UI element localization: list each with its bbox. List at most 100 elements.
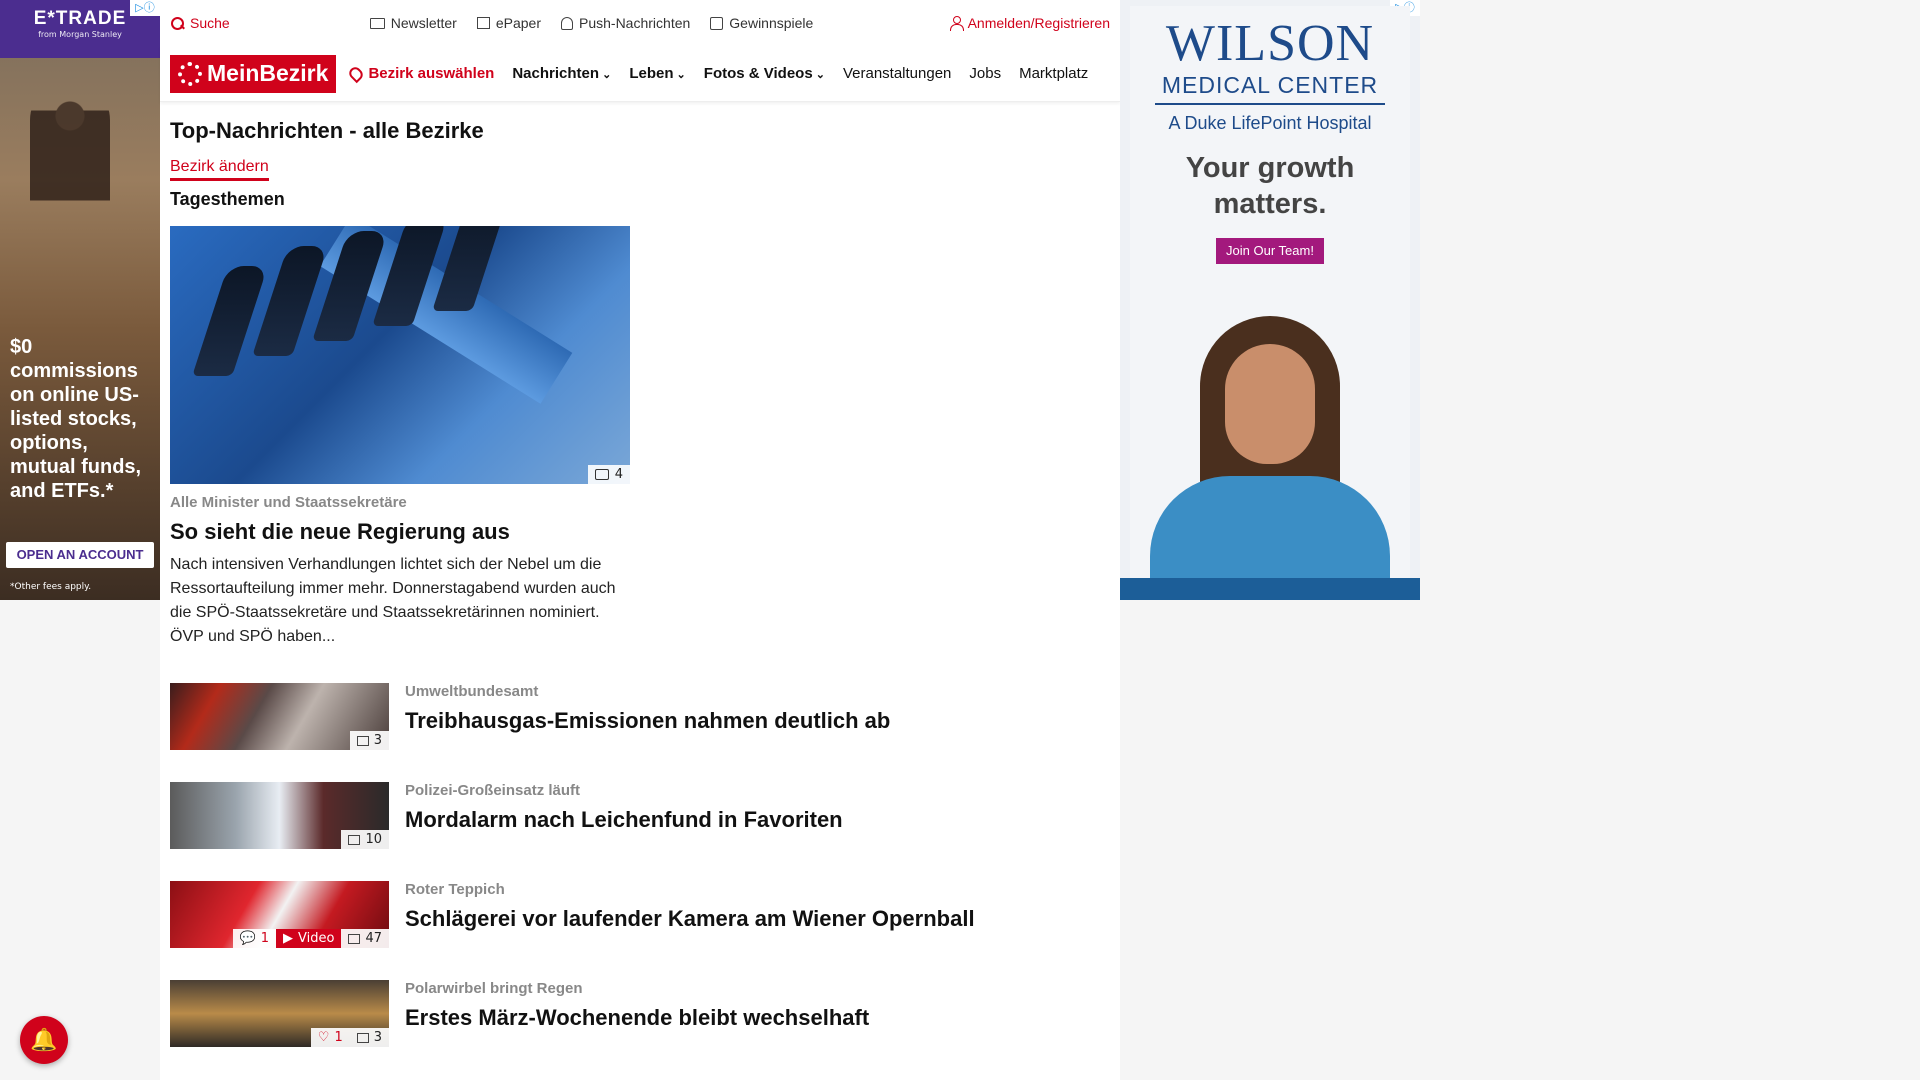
- gallery-icon: [348, 834, 361, 845]
- article-thumbnail[interactable]: 10: [170, 782, 389, 849]
- article-title[interactable]: Mordalarm nach Leichenfund in Favoriten: [405, 807, 843, 833]
- article-title[interactable]: Schlägerei vor laufender Kamera am Wiene…: [405, 906, 975, 932]
- content-area: Top-Nachrichten - alle Bezirke Bezirk än…: [160, 102, 1120, 1047]
- list-item[interactable]: 💬 1 ▶ Video 47 Roter Teppich Schlägerei vo…: [170, 881, 1110, 948]
- gallery-icon: [356, 735, 369, 746]
- user-icon: [949, 16, 964, 31]
- article-text: Umweltbundesamt Treibhausgas-Emissionen …: [405, 683, 890, 750]
- bell-icon: 🔔: [30, 1027, 58, 1053]
- play-icon: ▶: [283, 931, 294, 946]
- ad-panel: WILSON MEDICAL CENTER A Duke LifePoint H…: [1130, 6, 1410, 578]
- gallery-icon: [594, 469, 609, 480]
- image-count: 3: [373, 1030, 382, 1045]
- article-thumbnail[interactable]: 💬 1 ▶ Video 47: [170, 881, 389, 948]
- gift-icon: [710, 16, 724, 30]
- ad-footer-bar: [1120, 578, 1420, 600]
- location-pin-icon: [347, 64, 366, 83]
- article-thumbnail[interactable]: 3: [170, 683, 389, 750]
- site-logo[interactable]: MeinBezirk: [170, 54, 337, 93]
- image-count-badge: 10: [341, 830, 389, 849]
- join-team-button[interactable]: Join Our Team!: [1216, 238, 1324, 264]
- image-count: 47: [365, 931, 382, 946]
- hero-article[interactable]: 4 Alle Minister und Staatssekretäre So s…: [170, 226, 630, 649]
- epaper-link[interactable]: ePaper: [476, 15, 541, 31]
- right-advertisement[interactable]: ▷ⓘ WILSON MEDICAL CENTER A Duke LifePoin…: [1120, 0, 1420, 600]
- section-heading: Tagesthemen: [170, 189, 285, 209]
- gallery-icon: [356, 1032, 369, 1043]
- search-link[interactable]: Suche: [170, 15, 230, 31]
- main-navigation: MeinBezirk Bezirk auswählen Nachrichten …: [160, 46, 1120, 102]
- nav-item-leben[interactable]: Leben: [629, 65, 685, 82]
- nav-item-nachrichten[interactable]: Nachrichten: [512, 65, 611, 82]
- thumbnail-tags: 💬 1 ▶ Video 47: [232, 929, 389, 948]
- face-shape: [1225, 344, 1315, 464]
- like-count: 1: [334, 1030, 343, 1045]
- article-kicker: Umweltbundesamt: [405, 683, 539, 700]
- article-title[interactable]: Erstes März-Wochenende bleibt wechselhaf…: [405, 1005, 869, 1031]
- nav-item-jobs[interactable]: Jobs: [969, 65, 1001, 82]
- image-count-badge: 3: [349, 731, 389, 750]
- region-select[interactable]: Bezirk auswählen: [347, 64, 495, 83]
- chair-shape: [432, 226, 508, 311]
- ad-copy: $0 commissions on online US-listed stock…: [10, 336, 142, 502]
- chair-shape: [192, 266, 268, 376]
- like-count-badge: ♡ 1: [310, 1028, 350, 1047]
- ad-brand: WILSON: [1165, 15, 1375, 72]
- image-count: 10: [365, 832, 382, 847]
- bell-icon: [561, 16, 573, 30]
- newsletter-link[interactable]: Newsletter: [369, 15, 457, 31]
- list-item[interactable]: 3 Umweltbundesamt Treibhausgas-Emissione…: [170, 683, 1110, 750]
- image-count-badge: 4: [587, 465, 630, 484]
- article-thumbnail[interactable]: ♡ 1 3: [170, 980, 389, 1047]
- comment-count-badge: 💬 1: [232, 929, 277, 948]
- logo-icon: [178, 61, 202, 86]
- utility-links: Newsletter ePaper Push-Nachrichten Gewin…: [369, 15, 813, 31]
- gewinnspiele-link[interactable]: Gewinnspiele: [710, 15, 813, 31]
- ad-affiliation: A Duke LifePoint Hospital: [1168, 113, 1372, 133]
- logo-text: MeinBezirk: [207, 60, 329, 86]
- login-link[interactable]: Anmelden/Registrieren: [949, 15, 1110, 31]
- article-text: Polarwirbel bringt Regen Erstes März-Woc…: [405, 980, 869, 1047]
- nav-item-veranstaltungen[interactable]: Veranstaltungen: [843, 65, 951, 82]
- ad-open-account-button[interactable]: OPEN AN ACCOUNT: [6, 542, 154, 568]
- comment-icon: 💬: [239, 931, 256, 946]
- ad-footnote: *Other fees apply.: [10, 582, 92, 592]
- article-kicker: Roter Teppich: [405, 881, 505, 898]
- nav-item-marktplatz[interactable]: Marktplatz: [1019, 65, 1088, 82]
- region-label: Bezirk auswählen: [368, 65, 495, 82]
- push-link[interactable]: Push-Nachrichten: [561, 15, 690, 31]
- change-region-link[interactable]: Bezirk ändern: [170, 158, 269, 181]
- hero-teaser: Nach intensiven Verhandlungen lichtet si…: [170, 556, 616, 645]
- image-count-badge: 3: [349, 1028, 389, 1047]
- article-text: Roter Teppich Schlägerei vor laufender K…: [405, 881, 975, 948]
- hero-title[interactable]: So sieht die neue Regierung aus: [170, 519, 630, 545]
- epaper-label: ePaper: [495, 15, 541, 31]
- hero-image[interactable]: 4: [170, 226, 630, 484]
- video-label: Video: [298, 931, 335, 946]
- thumbnail-tags: 3: [349, 731, 389, 750]
- list-item[interactable]: ♡ 1 3 Polarwirbel bringt Regen Erstes Mär…: [170, 980, 1110, 1047]
- article-text: Polizei-Großeinsatz läuft Mordalarm nach…: [405, 782, 843, 849]
- ad-brand-sub: from Morgan Stanley: [38, 30, 122, 39]
- nav-item-fotos-videos[interactable]: Fotos & Videos: [704, 65, 825, 82]
- image-count: 3: [373, 733, 382, 748]
- main-column: Suche Newsletter ePaper Push-Nachrichten…: [160, 0, 1120, 1080]
- thumbnail-tags: 10: [341, 830, 389, 849]
- comment-count: 1: [260, 931, 270, 946]
- article-title[interactable]: Treibhausgas-Emissionen nahmen deutlich …: [405, 708, 890, 734]
- epaper-icon: [476, 17, 490, 29]
- ad-brand-sub: MEDICAL CENTER: [1155, 72, 1385, 105]
- search-label: Suche: [190, 15, 230, 31]
- mail-icon: [369, 17, 385, 29]
- nav-items: Nachrichten Leben Fotos & Videos Veranst…: [512, 65, 1088, 82]
- ad-cyclist-image: [30, 80, 110, 260]
- left-advertisement[interactable]: ▷ⓘ E*TRADE from Morgan Stanley $0 commis…: [0, 0, 160, 600]
- nurse-image: [1150, 316, 1390, 578]
- scrubs-shape: [1150, 476, 1390, 578]
- thumbnail-tags: ♡ 1 3: [310, 1028, 389, 1047]
- article-kicker: Polarwirbel bringt Regen: [405, 980, 583, 997]
- notification-bell-button[interactable]: 🔔: [20, 1016, 68, 1064]
- ad-choices-icon[interactable]: ▷ⓘ: [130, 0, 160, 16]
- utility-bar: Suche Newsletter ePaper Push-Nachrichten…: [160, 0, 1120, 46]
- list-item[interactable]: 10 Polizei-Großeinsatz läuft Mordalarm n…: [170, 782, 1110, 849]
